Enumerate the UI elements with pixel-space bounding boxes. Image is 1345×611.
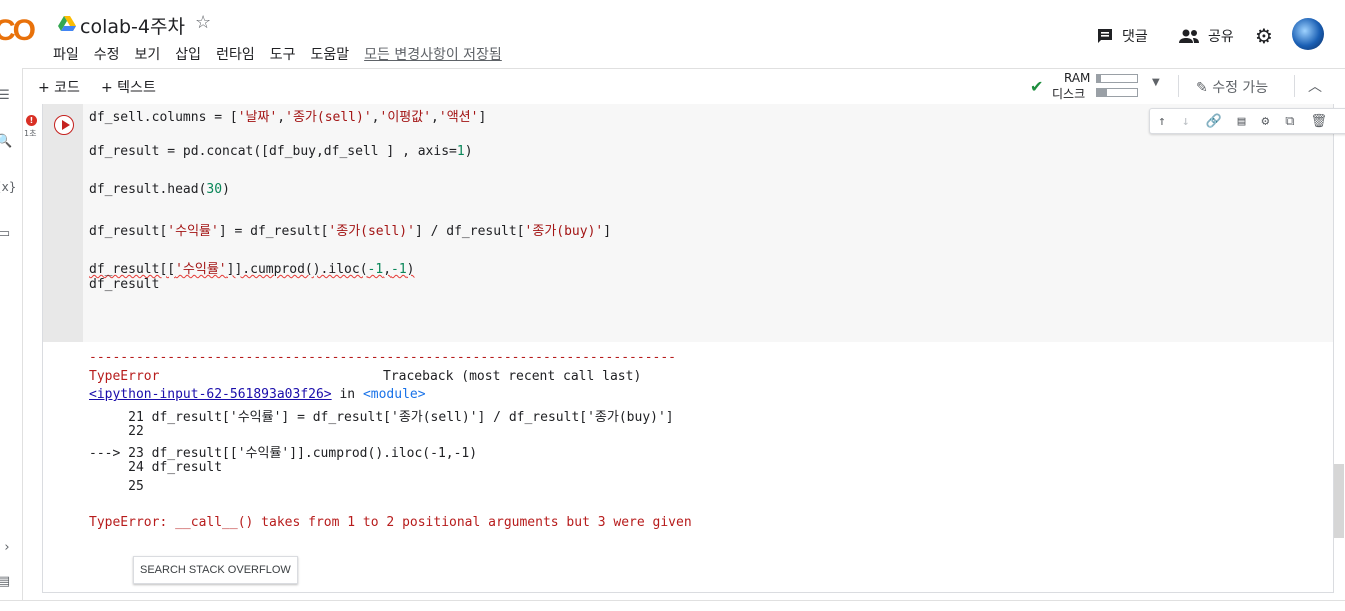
link-icon[interactable]: 🔗 [1206, 114, 1222, 129]
variables-icon[interactable]: {x} [0, 180, 16, 194]
code-line: df_result['수익률'] = df_result['종가(sell)']… [89, 224, 612, 239]
left-sidebar: ☰ 🔍 {x} ▭ › ▤ [0, 68, 23, 610]
menu-view[interactable]: 보기 [135, 44, 161, 64]
code-line: df_result = pd.concat([df_buy,df_sell ] … [89, 144, 473, 159]
traceback-header: Traceback (most recent call last) [383, 369, 642, 384]
notebook-toolbar: + 코드 + 텍스트 ✔ RAM 디스크 ▼ ✎ 수정 가능 ︿ [0, 68, 1345, 105]
menu-edit[interactable]: 수정 [94, 44, 120, 64]
traceback-line: 22 [89, 424, 152, 439]
add-text-button[interactable]: + 텍스트 [101, 77, 156, 97]
traceback-header-line: TypeError Traceback (most recent call las… [89, 369, 641, 384]
ram-label: RAM [1064, 71, 1091, 85]
search-icon[interactable]: 🔍 [0, 134, 12, 149]
disk-label: 디스크 [1052, 87, 1086, 101]
ipython-input-link[interactable]: <ipython-input-62-561893a03f26> [89, 387, 332, 402]
colab-logo[interactable]: CO [0, 14, 36, 48]
exec-time-badge: 1초 [24, 129, 37, 138]
settings-gear-icon[interactable]: ⚙ [1255, 24, 1273, 48]
comment-icon[interactable]: ▤ [1238, 114, 1246, 129]
star-icon[interactable]: ☆ [195, 12, 211, 33]
error-message: TypeError: __call__() takes from 1 to 2 … [89, 515, 692, 530]
add-code-button[interactable]: + 코드 [38, 77, 80, 97]
comment-icon [1098, 29, 1112, 43]
menu-tools[interactable]: 도구 [270, 44, 296, 64]
comment-button[interactable]: 댓글 [1096, 26, 1148, 46]
bottom-status-bar [0, 600, 1345, 611]
table-of-contents-icon[interactable]: ☰ [0, 88, 12, 103]
cell-toolbar: ↑ ↓ 🔗 ▤ ⚙ ⧉ 🗑 ⋮ [1149, 108, 1345, 134]
cell-output: ----------------------------------------… [83, 342, 1333, 592]
connected-check-icon: ✔ [1030, 77, 1044, 96]
resource-monitor[interactable]: ✔ RAM 디스크 ▼ [1030, 71, 1172, 101]
comment-label: 댓글 [1122, 29, 1148, 45]
pencil-icon: ✎ [1196, 80, 1208, 96]
chevron-down-icon[interactable]: ▼ [1152, 77, 1160, 88]
folder-icon[interactable]: ▭ [0, 226, 12, 241]
google-drive-icon [58, 16, 76, 31]
menu-file[interactable]: 파일 [53, 44, 79, 64]
menu-runtime[interactable]: 런타임 [216, 44, 255, 64]
code-editor[interactable]: df_sell.columns = ['날짜','종가(sell)','이평값'… [83, 104, 1345, 342]
edit-mode-label: 수정 가능 [1212, 80, 1269, 96]
saved-status[interactable]: 모든 변경사항이 저장됨 [364, 44, 502, 64]
gear-icon[interactable]: ⚙ [1261, 114, 1269, 129]
traceback-line: 25 [89, 479, 152, 494]
top-bar: CO colab-4주차 ☆ 파일 수정 보기 삽입 런타임 도구 도움말 모든… [0, 0, 1345, 68]
mirror-cell-icon[interactable]: ⧉ [1285, 114, 1294, 129]
traceback-line: 21 df_result['수익률'] = df_result['종가(sell… [89, 410, 674, 425]
move-up-icon[interactable]: ↑ [1158, 114, 1166, 129]
error-indicator-icon: ! [26, 115, 37, 126]
move-down-icon[interactable]: ↓ [1182, 114, 1190, 129]
traceback-line: 24 df_result [89, 460, 223, 475]
code-cell[interactable]: df_sell.columns = ['날짜','종가(sell)','이평값'… [42, 104, 1345, 593]
code-line: df_result.head(30) [89, 182, 230, 197]
user-avatar[interactable] [1292, 18, 1324, 50]
code-line: df_result[['수익률']].cumprod().iloc(-1,-1) [89, 262, 415, 277]
code-line: df_result [89, 277, 160, 292]
error-type: TypeError [89, 369, 160, 384]
error-message-text: TypeError: __call__() takes from 1 to 2 … [89, 515, 692, 530]
menu-help[interactable]: 도움말 [310, 44, 349, 64]
traceback-divider: ----------------------------------------… [89, 350, 676, 365]
trash-icon[interactable]: 🗑 [1310, 114, 1327, 129]
menu-bar: 파일 수정 보기 삽입 런타임 도구 도움말 모든 변경사항이 저장됨 [53, 44, 502, 64]
toolbar-divider [1178, 75, 1179, 97]
in-word: in [331, 387, 363, 402]
toolbar-divider [1294, 75, 1295, 97]
cell-gutter [43, 104, 83, 342]
menu-insert[interactable]: 삽입 [175, 44, 201, 64]
edit-mode-button[interactable]: ✎ 수정 가능 [1196, 77, 1268, 97]
search-stack-overflow-button[interactable]: SEARCH STACK OVERFLOW [133, 556, 298, 584]
disk-usage-bar [1096, 88, 1138, 97]
share-label: 공유 [1208, 29, 1234, 45]
expand-icon[interactable]: › [0, 540, 15, 555]
collapse-header-icon[interactable]: ︿ [1308, 76, 1322, 96]
terminal-icon[interactable]: ▤ [0, 574, 12, 589]
ram-usage-bar [1096, 74, 1138, 83]
people-icon [1179, 29, 1199, 43]
run-cell-button[interactable] [54, 115, 74, 135]
scrollbar-thumb[interactable] [1334, 464, 1344, 538]
notebook-title[interactable]: colab-4주차 [80, 12, 185, 39]
traceback-location: <ipython-input-62-561893a03f26> in <modu… [89, 387, 426, 402]
module-name: <module> [362, 387, 426, 402]
share-button[interactable]: 공유 [1178, 26, 1234, 46]
code-line: df_sell.columns = ['날짜','종가(sell)','이평값'… [89, 110, 487, 125]
traceback-line: ---> 23 df_result[['수익률']].cumprod().ilo… [89, 446, 478, 461]
